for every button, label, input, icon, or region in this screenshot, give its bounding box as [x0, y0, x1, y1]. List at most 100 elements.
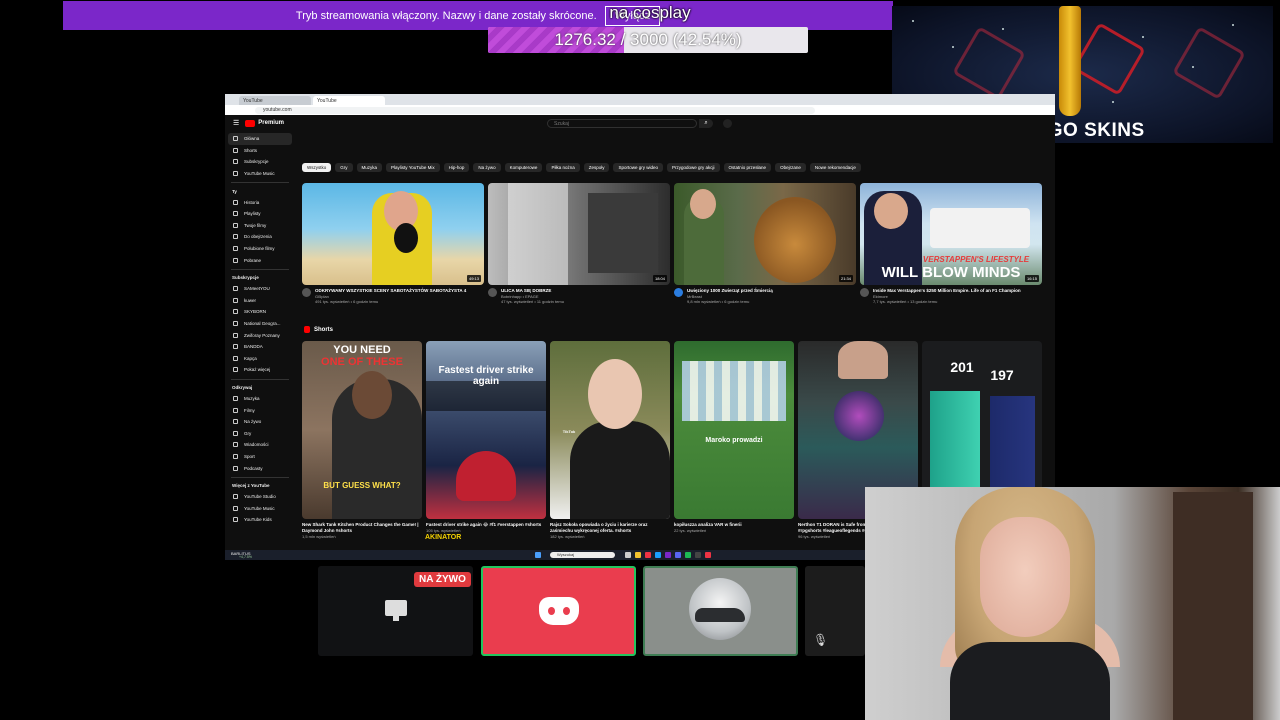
obs-icon[interactable] — [695, 552, 701, 558]
microphone-icon[interactable] — [723, 119, 732, 128]
filter-chip[interactable]: Piłka nożna — [546, 163, 580, 172]
sidebar-item[interactable]: Filmy — [225, 404, 295, 416]
short-card[interactable]: TikTok Rajsz Sokoła opowiada o życiu i k… — [550, 341, 670, 539]
sidebar-item-label: National Geogra... — [244, 321, 281, 327]
sidebar-section-header[interactable]: Ty — [225, 186, 295, 196]
app-icon[interactable] — [705, 552, 711, 558]
video-thumbnail[interactable]: VERSTAPPEN'S LIFESTYLE WILL BLOW MINDS 1… — [860, 183, 1042, 285]
short-thumbnail[interactable]: TikTok — [550, 341, 670, 519]
sidebar-item[interactable]: Playlisty — [225, 208, 295, 220]
video-title[interactable]: Inside Max Verstappen's $250 Million Emp… — [873, 288, 1021, 294]
video-meta: 47 tys. wyświetleń • 11 godzin temu — [501, 299, 564, 304]
sidebar-item[interactable]: Gry — [225, 427, 295, 439]
sidebar-item[interactable]: SAMeetYOU — [225, 283, 295, 295]
sidebar-item[interactable]: YouTube Kids — [225, 514, 295, 526]
short-title[interactable]: Rajsz Sokoła opowiada o życiu i karierze… — [550, 522, 670, 534]
search-button[interactable]: ⌕ — [699, 119, 713, 128]
sidebar-item[interactable]: Wiadomości — [225, 439, 295, 451]
channel-avatar[interactable] — [860, 288, 869, 297]
video-card[interactable]: 21:34 Uwięziony 1000 Zwierząt przed Śmie… — [674, 183, 856, 304]
windows-start-icon[interactable] — [535, 552, 541, 558]
video-card[interactable]: 49:13 ODKRYWAMY WSZYSTKIE SCENY SABOTAŻY… — [302, 183, 484, 304]
sidebar-item[interactable]: Do obejrzenia — [225, 231, 295, 243]
url-field[interactable]: youtube.com — [255, 106, 815, 114]
filter-chip[interactable]: Komputerowe — [504, 163, 543, 172]
twitch-icon[interactable] — [665, 552, 671, 558]
taskbar-search[interactable]: Wyszukaj — [550, 552, 615, 558]
address-bar: youtube.com — [225, 105, 1055, 115]
short-card[interactable]: Fastest driver strike again Fastest driv… — [426, 341, 546, 539]
sidebar-item[interactable]: SKYBORN — [225, 306, 295, 318]
steam-icon[interactable] — [655, 552, 661, 558]
filter-chip[interactable]: Playlisty YouTube Mix — [386, 163, 440, 172]
sidebar-item[interactable]: YouTube Music — [225, 502, 295, 514]
sidebar-item[interactable]: Shorts — [225, 145, 295, 157]
sidebar-item[interactable]: Kapça — [225, 353, 295, 365]
discord-taskbar-icon[interactable] — [675, 552, 681, 558]
shorts-title: Shorts — [314, 326, 334, 333]
short-thumbnail[interactable]: 201 197 — [922, 341, 1042, 511]
sidebar-section-header[interactable]: Subskrypcje — [225, 273, 295, 283]
short-thumbnail[interactable]: Fastest driver strike again — [426, 341, 546, 519]
video-card[interactable]: 18:04 ULICA MA SIĘ DOBRZE Bobrinhapp • E… — [488, 183, 670, 304]
sidebar-item[interactable]: Podcasty — [225, 462, 295, 474]
youtube-sidebar: Główna Shorts Subskrypcje YouTube Music Ty Hi… — [225, 133, 295, 552]
video-thumbnail[interactable]: 18:04 — [488, 183, 670, 285]
taskview-icon[interactable] — [625, 552, 631, 558]
filter-chip[interactable]: Gry — [335, 163, 353, 172]
filter-chip[interactable]: Przygodowe gry akcji — [667, 163, 720, 172]
short-title[interactable]: New Shark Tank Kitchen Product Changes t… — [302, 522, 422, 534]
sidebar-item[interactable]: Historia — [225, 196, 295, 208]
short-caption-top: YOU NEED — [333, 344, 391, 356]
channel-avatar[interactable] — [674, 288, 683, 297]
video-thumbnail[interactable]: 49:13 — [302, 183, 484, 285]
sidebar-item-label: Gry — [244, 430, 252, 436]
sidebar-item[interactable]: Sport — [225, 451, 295, 463]
sidebar-item[interactable]: Główna — [228, 133, 292, 145]
filter-chip[interactable]: Muzyka — [356, 163, 383, 172]
sidebar-section-header[interactable]: Więcej z YouTube — [225, 481, 295, 491]
sidebar-item[interactable]: Pobrane — [225, 254, 295, 266]
short-card[interactable]: YOU NEED ONE OF THESE BUT GUESS WHAT? Ne… — [302, 341, 422, 539]
filter-chip[interactable]: Wszystko — [302, 163, 332, 172]
filter-chip[interactable]: Obejrzane — [775, 163, 806, 172]
search-input[interactable]: Szukaj — [547, 119, 697, 128]
browser-tab[interactable]: YouTube — [239, 96, 311, 105]
filter-chip[interactable]: Ostatnio przesłane — [723, 163, 772, 172]
video-card[interactable]: VERSTAPPEN'S LIFESTYLE WILL BLOW MINDS 1… — [860, 183, 1042, 304]
sidebar-item[interactable]: BANDDA — [225, 341, 295, 353]
sidebar-section-header[interactable]: Odkrywaj — [225, 383, 295, 393]
sidebar-item[interactable]: Subskrypcje — [225, 156, 295, 168]
short-thumbnail[interactable]: YOU NEED ONE OF THESE BUT GUESS WHAT? — [302, 341, 422, 519]
short-card[interactable]: Maroko prowadzi kopiłuszza analiza VAR w… — [674, 341, 794, 539]
filter-chip[interactable]: Hip-hop — [443, 163, 470, 172]
sidebar-item[interactable]: YouTube Studio — [225, 491, 295, 503]
sidebar-item[interactable]: Zwiforay Poznany — [225, 329, 295, 341]
sidebar-item[interactable]: YouTube Music — [225, 168, 295, 180]
sidebar-item[interactable]: Twoje filmy — [225, 220, 295, 232]
sidebar-item[interactable]: Na żywo — [225, 416, 295, 428]
channel-avatar[interactable] — [302, 288, 311, 297]
short-thumbnail[interactable]: Maroko prowadzi — [674, 341, 794, 519]
explorer-icon[interactable] — [635, 552, 641, 558]
spotify-icon[interactable] — [685, 552, 691, 558]
sidebar-item[interactable]: Pokaż więcej — [225, 364, 295, 376]
sidebar-item-label: Playlisty — [244, 211, 261, 217]
sidebar-item-icon — [233, 442, 238, 448]
youtube-logo[interactable]: Premium — [245, 119, 284, 127]
browser-tab-active[interactable]: YouTube — [313, 96, 385, 105]
menu-icon[interactable]: ☰ — [233, 119, 239, 127]
sidebar-item[interactable]: National Geogra... — [225, 318, 295, 330]
video-thumbnail[interactable]: 21:34 — [674, 183, 856, 285]
channel-avatar[interactable] — [488, 288, 497, 297]
youtube-play-icon — [245, 119, 256, 127]
video-title[interactable]: ODKRYWAMY WSZYSTKIE SCENY SABOTAŻYSTÓW S… — [315, 288, 466, 294]
sidebar-item[interactable]: kuwer — [225, 295, 295, 307]
sidebar-item[interactable]: Muzyka — [225, 393, 295, 405]
chrome-icon[interactable] — [645, 552, 651, 558]
sidebar-item[interactable]: Polubione filmy — [225, 243, 295, 255]
filter-chip[interactable]: Na żywo — [473, 163, 501, 172]
filter-chip[interactable]: Zespoły — [583, 163, 610, 172]
filter-chip[interactable]: Sportowe gry wideo — [613, 163, 663, 172]
filter-chip[interactable]: Nowe rekomendacje — [809, 163, 861, 172]
